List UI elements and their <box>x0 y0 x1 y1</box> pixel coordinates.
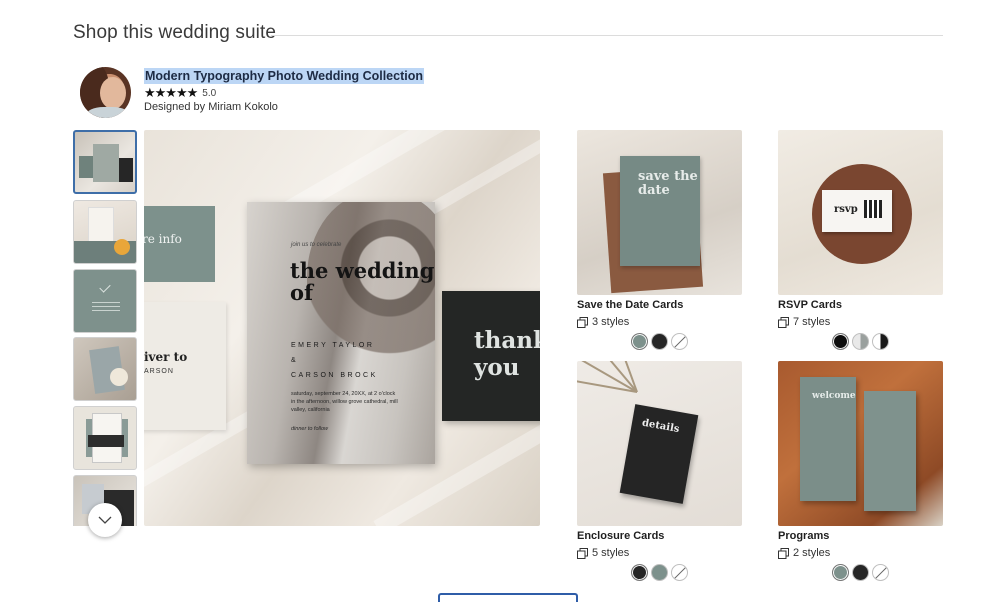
product-name[interactable]: Save the Date Cards <box>577 299 742 313</box>
color-swatch[interactable] <box>671 564 688 581</box>
thumbnail-strip <box>73 130 137 526</box>
color-swatches <box>778 333 943 350</box>
info-card: re info <box>144 206 215 282</box>
product-name[interactable]: Enclosure Cards <box>577 530 742 544</box>
product-styles: 5 styles <box>577 546 742 560</box>
thumbnail-4[interactable] <box>73 337 137 401</box>
see-more-button[interactable] <box>438 593 578 602</box>
star-rating-icons: ★★★★★ <box>144 85 198 100</box>
designer-avatar[interactable] <box>80 67 131 118</box>
chevron-down-icon <box>98 516 112 524</box>
thumbnail-1[interactable] <box>73 130 137 194</box>
product-programs[interactable]: welcome Programs 2 styles <box>778 361 943 581</box>
product-styles: 7 styles <box>778 315 943 329</box>
copy-stack-icon <box>577 316 588 328</box>
color-swatch[interactable] <box>832 333 849 350</box>
product-save-the-date[interactable]: save the date Save the Date Cards 3 styl… <box>577 130 742 350</box>
color-swatch[interactable] <box>872 333 889 350</box>
copy-stack-icon <box>778 547 789 559</box>
color-swatch[interactable] <box>671 333 688 350</box>
rating-value: 5.0 <box>202 87 217 99</box>
product-image[interactable]: details <box>577 361 742 526</box>
copy-stack-icon <box>778 316 789 328</box>
color-swatch[interactable] <box>651 333 668 350</box>
invitation-card: join us to celebrate the wedding of EMER… <box>247 202 435 464</box>
color-swatches <box>577 564 742 581</box>
product-image[interactable]: welcome <box>778 361 943 526</box>
section-divider <box>271 35 943 36</box>
thumbnail-5[interactable] <box>73 406 137 470</box>
product-styles: 2 styles <box>778 546 943 560</box>
collection-title[interactable]: Modern Typography Photo Wedding Collecti… <box>144 68 424 84</box>
color-swatches <box>577 333 742 350</box>
color-swatches <box>778 564 943 581</box>
designer-credit[interactable]: Designed by Miriam Kokolo <box>144 101 278 113</box>
reply-card: iver to ARSON <box>144 302 226 430</box>
color-swatch[interactable] <box>631 564 648 581</box>
product-image[interactable]: rsvp <box>778 130 943 295</box>
thumbnail-2[interactable] <box>73 200 137 264</box>
product-styles: 3 styles <box>577 315 742 329</box>
color-swatch[interactable] <box>852 333 869 350</box>
color-swatch[interactable] <box>832 564 849 581</box>
product-name[interactable]: RSVP Cards <box>778 299 943 313</box>
section-title: Shop this wedding suite <box>73 22 276 43</box>
color-swatch[interactable] <box>852 564 869 581</box>
product-enclosure[interactable]: details Enclosure Cards 5 styles <box>577 361 742 581</box>
product-rsvp[interactable]: rsvp RSVP Cards 7 styles <box>778 130 943 350</box>
thank-you-card: thank you <box>442 291 540 421</box>
main-product-image[interactable]: re info iver to ARSON join us to celebra… <box>144 130 540 526</box>
color-swatch[interactable] <box>631 333 648 350</box>
product-image[interactable]: save the date <box>577 130 742 295</box>
product-name[interactable]: Programs <box>778 530 943 544</box>
copy-stack-icon <box>577 547 588 559</box>
thumbnail-scroll-down-button[interactable] <box>88 503 122 537</box>
color-swatch[interactable] <box>651 564 668 581</box>
thumbnail-3[interactable] <box>73 269 137 333</box>
color-swatch[interactable] <box>872 564 889 581</box>
rating[interactable]: ★★★★★ 5.0 <box>144 85 216 101</box>
